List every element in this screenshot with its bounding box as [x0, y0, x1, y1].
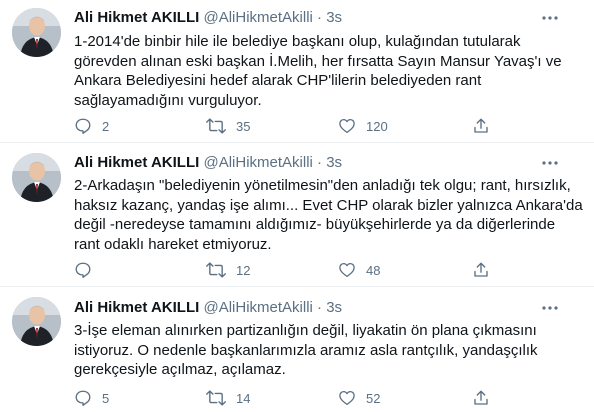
heart-icon — [339, 262, 355, 278]
like-button[interactable]: 120 — [338, 115, 388, 137]
like-count: 48 — [366, 262, 381, 278]
tweet-line: 1-2014'de binbir hile ile belediye başka… — [74, 33, 521, 50]
reply-count: 2 — [102, 118, 110, 134]
avatar[interactable] — [12, 153, 61, 202]
like-count: 52 — [366, 390, 381, 406]
share-button[interactable] — [472, 259, 490, 281]
separator-dot: · — [317, 154, 323, 171]
reply-button[interactable] — [74, 259, 102, 281]
reply-count: 5 — [102, 390, 110, 406]
tweet-time[interactable]: 3s — [326, 154, 342, 171]
tweet-line: 2-Arkadaşın "belediyenin yönetilmesin"de… — [74, 177, 571, 194]
like-button[interactable]: 48 — [338, 259, 380, 281]
author-name[interactable]: Ali Hikmet AKILLI — [74, 299, 199, 316]
retweet-count: 35 — [236, 118, 251, 134]
tweet-3[interactable]: Ali Hikmet AKILLI @AliHikmetAkilli · 3s … — [0, 287, 594, 412]
reply-icon — [75, 390, 91, 406]
author-handle[interactable]: @AliHikmetAkilli — [203, 9, 312, 26]
profile-photo-icon — [12, 8, 61, 57]
avatar[interactable] — [12, 297, 61, 346]
profile-photo-icon — [12, 297, 61, 346]
heart-icon — [339, 390, 355, 406]
tweet-line: 3-İşe eleman alınırken partizanlığın değ… — [74, 322, 537, 339]
tweet-1[interactable]: Ali Hikmet AKILLI @AliHikmetAkilli · 3s … — [0, 0, 594, 142]
tweet-line: görevden alınan eski başkan İ.Melih, her… — [74, 52, 562, 70]
reply-button[interactable]: 5 — [74, 387, 109, 409]
reply-icon — [75, 118, 91, 134]
tweet-header: Ali Hikmet AKILLI @AliHikmetAkilli · 3s — [74, 8, 574, 28]
like-button[interactable]: 52 — [338, 387, 380, 409]
tweet-line: sağlayamadığını vurguluyor. — [74, 91, 262, 109]
share-button[interactable] — [472, 387, 490, 409]
tweet-text: 3-İşe eleman alınırken partizanlığın değ… — [74, 321, 574, 380]
tweet-actions: 12 48 — [74, 259, 574, 281]
tweet-line: gerekçesiyle açılmaz, açılamaz. — [74, 361, 286, 379]
tweet-actions: 2 35 120 — [74, 115, 574, 137]
tweet-line: haksız kazanç, yandaş işe alımı... Evet … — [74, 196, 583, 214]
reply-icon — [75, 262, 91, 278]
retweet-button[interactable]: 12 — [206, 259, 250, 281]
tweet-text: 1-2014'de binbir hile ile belediye başka… — [74, 32, 574, 110]
tweet-time[interactable]: 3s — [326, 9, 342, 26]
share-icon — [474, 118, 488, 133]
tweet-2[interactable]: Ali Hikmet AKILLI @AliHikmetAkilli · 3s … — [0, 143, 594, 281]
retweet-icon — [206, 262, 226, 278]
author-handle[interactable]: @AliHikmetAkilli — [203, 154, 312, 171]
tweet-text: 2-Arkadaşın "belediyenin yönetilmesin"de… — [74, 176, 583, 254]
retweet-icon — [206, 118, 226, 134]
author-name[interactable]: Ali Hikmet AKILLI — [74, 154, 199, 171]
share-icon — [474, 390, 488, 405]
tweet-line: rant odaklı hareket etmiyoruz. — [74, 235, 272, 253]
profile-photo-icon — [12, 153, 61, 202]
author-handle[interactable]: @AliHikmetAkilli — [203, 299, 312, 316]
retweet-count: 12 — [236, 262, 251, 278]
retweet-count: 14 — [236, 390, 251, 406]
share-icon — [474, 262, 488, 277]
tweet-header: Ali Hikmet AKILLI @AliHikmetAkilli · 3s — [74, 153, 574, 173]
tweet-line: değil -neredeyse tamamını aldığımız- büy… — [74, 216, 556, 234]
avatar[interactable] — [12, 8, 61, 57]
author-name[interactable]: Ali Hikmet AKILLI — [74, 9, 199, 26]
reply-button[interactable]: 2 — [74, 115, 109, 137]
tweet-actions: 5 14 52 — [74, 387, 574, 409]
tweet-line: istiyoruz. O nedenle başkanlarımızla ara… — [74, 341, 538, 359]
separator-dot: · — [317, 9, 323, 26]
separator-dot: · — [317, 299, 323, 316]
tweet-time[interactable]: 3s — [326, 299, 342, 316]
tweet-header: Ali Hikmet AKILLI @AliHikmetAkilli · 3s — [74, 298, 574, 318]
more-options-icon[interactable] — [538, 296, 562, 320]
retweet-icon — [206, 390, 226, 406]
share-button[interactable] — [472, 115, 490, 137]
more-options-icon[interactable] — [538, 151, 562, 175]
more-options-icon[interactable] — [538, 6, 562, 30]
retweet-button[interactable]: 14 — [206, 387, 250, 409]
heart-icon — [339, 118, 355, 134]
tweet-line: Ankara Belediyesini hedef alarak CHP'lil… — [74, 72, 482, 90]
like-count: 120 — [366, 118, 388, 134]
retweet-button[interactable]: 35 — [206, 115, 250, 137]
